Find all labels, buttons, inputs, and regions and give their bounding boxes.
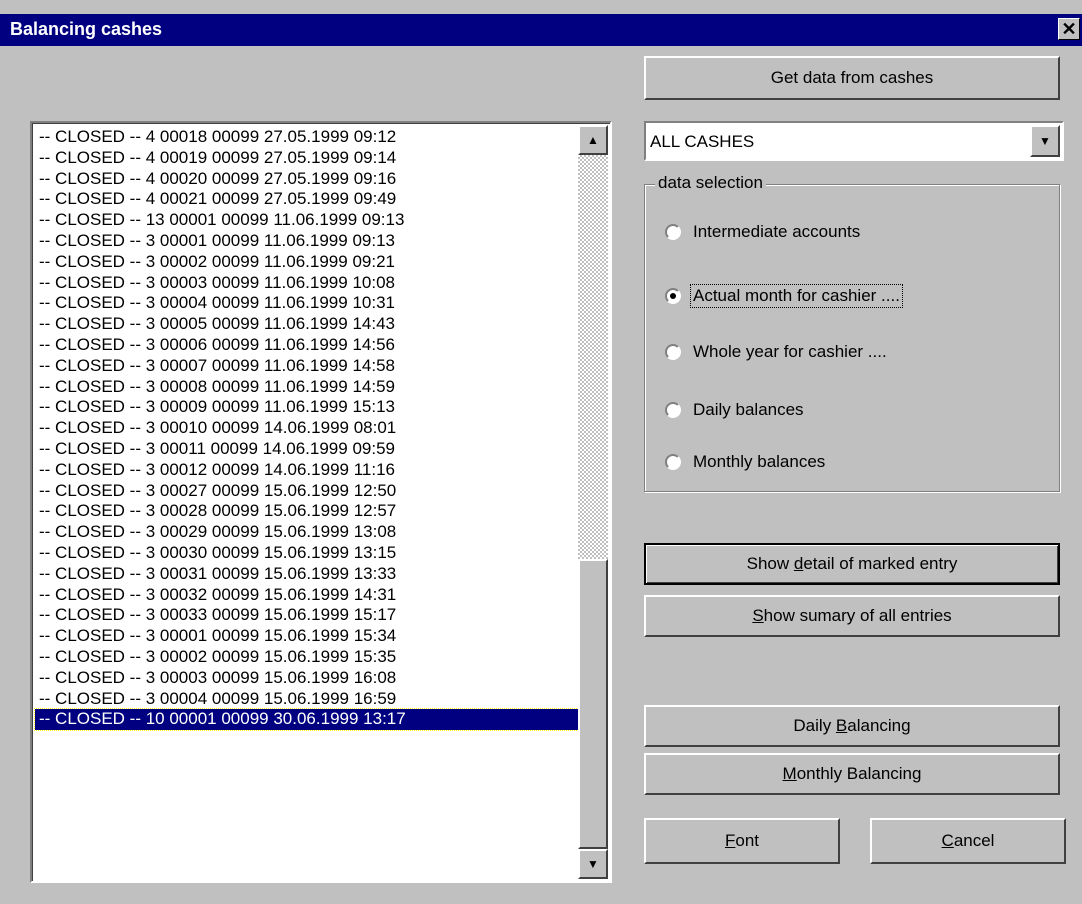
get-data-label: Get data from cashes [770, 68, 934, 87]
cash-select[interactable]: ALL CASHES ▼ [644, 121, 1064, 161]
get-data-button[interactable]: Get data from cashes [644, 56, 1060, 100]
radio-button[interactable] [665, 224, 681, 240]
radio-option[interactable]: Actual month for cashier .... [665, 284, 903, 308]
radio-option[interactable]: Monthly balances [665, 451, 827, 473]
list-item[interactable]: -- CLOSED -- 4 00021 00099 27.05.1999 09… [35, 189, 578, 210]
vertical-scrollbar[interactable]: ▲ ▼ [578, 125, 608, 879]
entries-list: -- CLOSED -- 4 00018 00099 27.05.1999 09… [34, 127, 579, 732]
daily-balancing-label: Daily Balancing [793, 716, 911, 735]
monthly-balancing-label: Monthly Balancing [782, 764, 922, 783]
list-item[interactable]: -- CLOSED -- 13 00001 00099 11.06.1999 0… [35, 210, 578, 231]
entries-listbox[interactable]: -- CLOSED -- 4 00018 00099 27.05.1999 09… [30, 121, 612, 883]
radio-option[interactable]: Whole year for cashier .... [665, 341, 889, 363]
list-item[interactable]: -- CLOSED -- 3 00032 00099 15.06.1999 14… [35, 585, 578, 606]
list-item[interactable]: -- CLOSED -- 3 00011 00099 14.06.1999 09… [35, 439, 578, 460]
radio-button[interactable] [665, 344, 681, 360]
list-item[interactable]: -- CLOSED -- 3 00002 00099 11.06.1999 09… [35, 252, 578, 273]
list-item[interactable]: -- CLOSED -- 3 00001 00099 11.06.1999 09… [35, 231, 578, 252]
list-item[interactable]: -- CLOSED -- 3 00006 00099 11.06.1999 14… [35, 335, 578, 356]
list-item[interactable]: -- CLOSED -- 4 00020 00099 27.05.1999 09… [35, 169, 578, 190]
daily-balancing-button[interactable]: Daily Balancing [644, 705, 1060, 747]
scroll-up-button[interactable]: ▲ [578, 125, 608, 155]
radio-selected-dot [670, 293, 676, 299]
cash-select-value: ALL CASHES [650, 132, 755, 151]
show-summary-button[interactable]: Show sumary of all entries [644, 595, 1060, 637]
list-item[interactable]: -- CLOSED -- 3 00030 00099 15.06.1999 13… [35, 543, 578, 564]
list-item[interactable]: -- CLOSED -- 3 00008 00099 11.06.1999 14… [35, 377, 578, 398]
show-summary-label: Show sumary of all entries [752, 606, 952, 625]
close-button[interactable]: ✕ [1058, 18, 1080, 40]
up-arrow-icon: ▲ [587, 133, 599, 147]
radio-label[interactable]: Whole year for cashier .... [691, 341, 889, 363]
list-item[interactable]: -- CLOSED -- 3 00004 00099 15.06.1999 16… [35, 689, 578, 710]
list-item[interactable]: -- CLOSED -- 3 00028 00099 15.06.1999 12… [35, 501, 578, 522]
list-item[interactable]: -- CLOSED -- 3 00033 00099 15.06.1999 15… [35, 605, 578, 626]
radio-label[interactable]: Daily balances [691, 399, 806, 421]
radio-button[interactable] [665, 288, 681, 304]
data-selection-group: data selection Intermediate accounts Actu… [644, 173, 1060, 492]
data-selection-label: data selection [655, 173, 766, 193]
list-item[interactable]: -- CLOSED -- 3 00003 00099 15.06.1999 16… [35, 668, 578, 689]
list-item[interactable]: -- CLOSED -- 3 00027 00099 15.06.1999 12… [35, 481, 578, 502]
radio-label[interactable]: Actual month for cashier .... [690, 284, 903, 308]
cancel-label: Cancel [941, 831, 995, 850]
list-item[interactable]: -- CLOSED -- 3 00004 00099 11.06.1999 10… [35, 293, 578, 314]
show-detail-button[interactable]: Show detail of marked entry [644, 543, 1060, 585]
radio-option[interactable]: Daily balances [665, 399, 806, 421]
list-item[interactable]: -- CLOSED -- 4 00018 00099 27.05.1999 09… [35, 127, 578, 148]
font-button[interactable]: Font [644, 818, 840, 864]
radio-label[interactable]: Monthly balances [691, 451, 827, 473]
radio-button[interactable] [665, 454, 681, 470]
radio-button[interactable] [665, 402, 681, 418]
list-item[interactable]: -- CLOSED -- 3 00003 00099 11.06.1999 10… [35, 273, 578, 294]
list-item[interactable]: -- CLOSED -- 3 00007 00099 11.06.1999 14… [35, 356, 578, 377]
list-item[interactable]: -- CLOSED -- 3 00012 00099 14.06.1999 11… [35, 460, 578, 481]
radio-label[interactable]: Intermediate accounts [691, 221, 862, 243]
list-item[interactable]: -- CLOSED -- 3 00029 00099 15.06.1999 13… [35, 522, 578, 543]
cancel-button[interactable]: Cancel [870, 818, 1066, 864]
window-title: Balancing cashes [10, 19, 163, 39]
cash-select-dropdown-button[interactable]: ▼ [1030, 125, 1060, 157]
list-item[interactable]: -- CLOSED -- 3 00001 00099 15.06.1999 15… [35, 626, 578, 647]
down-arrow-icon: ▼ [587, 857, 599, 871]
list-item[interactable]: -- CLOSED -- 3 00002 00099 15.06.1999 15… [35, 647, 578, 668]
close-icon: ✕ [1061, 19, 1077, 39]
scroll-thumb[interactable] [578, 559, 608, 849]
show-detail-label: Show detail of marked entry [746, 554, 958, 573]
list-item[interactable]: -- CLOSED -- 3 00009 00099 11.06.1999 15… [35, 397, 578, 418]
radio-option[interactable]: Intermediate accounts [665, 221, 862, 243]
monthly-balancing-button[interactable]: Monthly Balancing [644, 753, 1060, 795]
chevron-down-icon: ▼ [1039, 134, 1051, 148]
font-label: Font [724, 831, 760, 850]
scroll-down-button[interactable]: ▼ [578, 849, 608, 879]
list-item[interactable]: -- CLOSED -- 3 00010 00099 14.06.1999 08… [35, 418, 578, 439]
list-item[interactable]: -- CLOSED -- 10 00001 00099 30.06.1999 1… [34, 708, 579, 732]
list-item[interactable]: -- CLOSED -- 4 00019 00099 27.05.1999 09… [35, 148, 578, 169]
title-bar: Balancing cashes ✕ [0, 14, 1082, 46]
list-item[interactable]: -- CLOSED -- 3 00031 00099 15.06.1999 13… [35, 564, 578, 585]
list-item[interactable]: -- CLOSED -- 3 00005 00099 11.06.1999 14… [35, 314, 578, 335]
